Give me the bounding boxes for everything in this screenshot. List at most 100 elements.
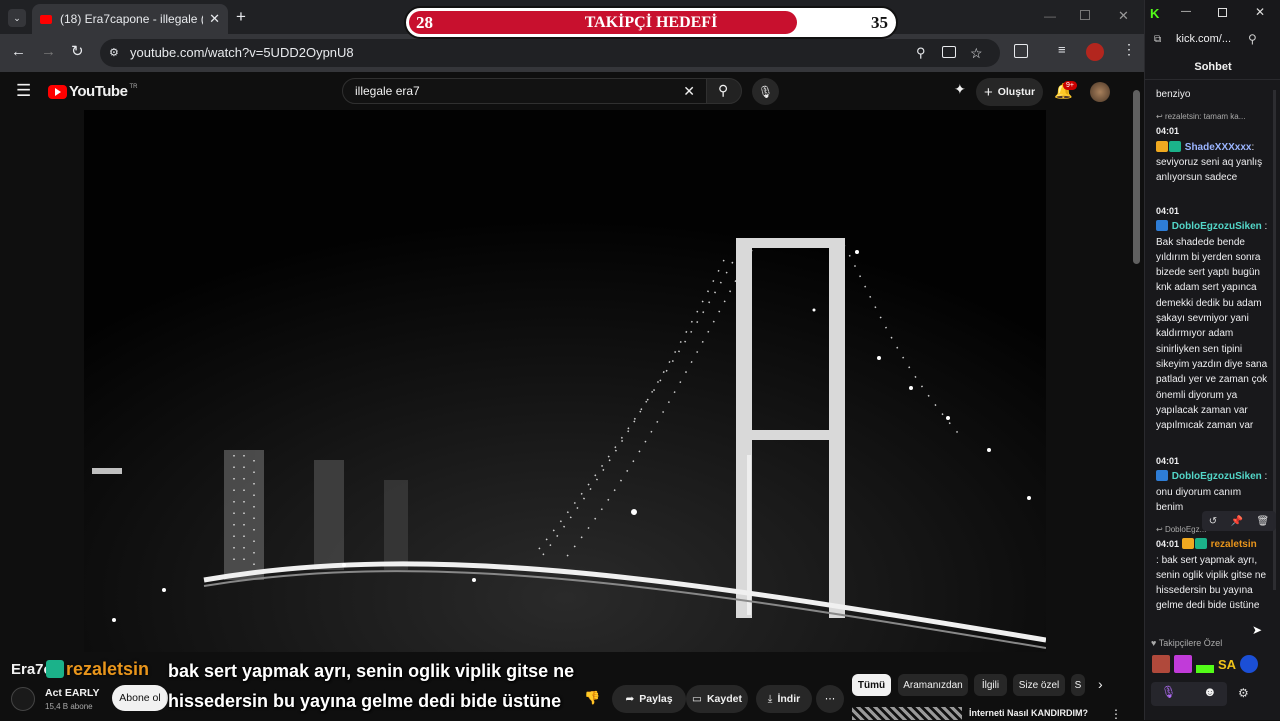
zoom-icon[interactable]: ⚲ (916, 39, 926, 67)
pin-icon[interactable]: 📌 (1231, 516, 1243, 527)
create-button[interactable]: + Oluştur (976, 78, 1043, 106)
message-text: benziyo (1156, 89, 1191, 100)
reload-icon[interactable]: ↻ (71, 42, 84, 60)
chip-for-you[interactable]: Size özel (1013, 674, 1065, 696)
chat-username[interactable]: DobloEgzozuSiken (1172, 471, 1262, 482)
chat-message: benziyo (1156, 87, 1268, 102)
reply-icon[interactable]: ↺ (1209, 516, 1217, 527)
share-button[interactable]: ➦ Paylaş (612, 685, 686, 713)
new-tab-icon[interactable]: + (236, 7, 246, 27)
chat-message: ↩ rezaletsin: tamam ka... 04:01 ShadeXXX… (1156, 109, 1268, 185)
chat-message-highlighted: ↩ DobloEgz... 04:01 rezaletsin : bak ser… (1156, 522, 1268, 614)
kick-logo-icon: K (1150, 6, 1160, 21)
extensions-icon[interactable] (1014, 44, 1028, 58)
follower-goal-bar: 28 TAKİPÇİ HEDEFİ 35 (404, 6, 898, 39)
emoji-icon[interactable]: ☻ (1203, 684, 1217, 699)
recommended-more-icon[interactable]: ⋮ (1110, 707, 1122, 721)
gemini-icon[interactable]: ✦ (954, 81, 966, 98)
page-scrollbar[interactable] (1133, 90, 1140, 264)
country-code: TR (129, 84, 138, 90)
video-player[interactable] (84, 110, 1046, 652)
download-label: İndir (777, 693, 801, 705)
profile-avatar[interactable] (1086, 43, 1104, 61)
subscribe-button[interactable]: Abone ol (112, 685, 168, 711)
chat-username[interactable]: rezaletsin (1211, 539, 1257, 550)
chat-settings-icon[interactable]: ⚙ (1238, 686, 1249, 700)
chip-related[interactable]: İlgili (974, 674, 1007, 696)
message-time: 04:01 (1156, 539, 1180, 550)
browser-menu-icon[interactable]: ⋮ (1122, 41, 1136, 58)
youtube-favicon-icon (40, 14, 52, 24)
message-text: onu diyorum canım benim (1156, 486, 1242, 513)
chip-from-search[interactable]: Aramanızdan (898, 674, 968, 696)
close-window-icon[interactable]: ✕ (1118, 8, 1129, 24)
message-actions-popup: ↺ 📌 🗑 (1202, 511, 1276, 531)
subscriber-count: 15,4 B abone (45, 702, 93, 711)
kick-url: kick.com/... (1176, 33, 1232, 45)
chat-input-bar[interactable]: 🎙 ☻ (1151, 682, 1227, 706)
bookmark-star-icon[interactable]: ☆ (970, 39, 983, 67)
kick-close-icon[interactable]: ✕ (1255, 5, 1265, 19)
maximize-icon[interactable] (1080, 10, 1090, 20)
more-actions-button[interactable]: ⋯ (816, 685, 844, 713)
chip-label: Tümü (857, 679, 886, 691)
search-button[interactable]: ⚲ (706, 78, 742, 104)
media-controls-icon[interactable]: ≡ (1058, 42, 1066, 57)
chip-all[interactable]: Tümü (852, 674, 891, 696)
search-value: illegale era7 (355, 84, 420, 98)
forward-icon[interactable]: → (41, 43, 56, 60)
hamburger-menu-icon[interactable]: ☰ (16, 81, 31, 101)
tab-close-icon[interactable]: ✕ (209, 11, 220, 27)
more-icon: ⋯ (824, 693, 836, 705)
bookmark-icon: ▭ (692, 693, 702, 705)
plus-icon: + (983, 83, 993, 101)
kick-maximize-icon[interactable] (1218, 8, 1227, 17)
followers-only-notice: ♥ Takipçilere Özel (1151, 638, 1222, 648)
youtube-logo[interactable]: YouTube TR (48, 83, 137, 100)
download-button[interactable]: ⤓ İndir (756, 685, 812, 713)
back-icon[interactable]: ← (11, 43, 26, 60)
voice-search-button[interactable]: 🎙 (752, 78, 779, 105)
chat-message: 04:01 DobloEgzozuSiken : onu diyorum can… (1156, 456, 1268, 513)
kick-site-icon: ⧉ (1154, 34, 1162, 45)
clear-search-icon[interactable]: ✕ (683, 79, 695, 103)
emote-icon[interactable] (1240, 655, 1259, 673)
install-icon[interactable] (942, 46, 956, 58)
dislike-icon[interactable]: 👎 (584, 690, 600, 706)
notification-count-badge: 9+ (1063, 81, 1077, 90)
address-bar[interactable]: ⚙ youtube.com/watch?v=5UDD2OypnU8 ⚲ ☆ (100, 39, 1000, 67)
microphone-icon[interactable]: 🎙 (1161, 685, 1176, 699)
browser-tab[interactable]: (18) Era7capone - illegale ( Offi ✕ (32, 4, 228, 34)
search-input[interactable]: illegale era7 ✕ (342, 78, 708, 104)
site-info-icon[interactable]: ⚙ (109, 39, 119, 67)
sub-badge-icon (1169, 140, 1181, 152)
subscribe-label: Abone ol (119, 692, 161, 704)
message-time: 04:01 (1156, 206, 1180, 216)
channel-name[interactable]: Act EARLY (45, 687, 99, 699)
chat-username[interactable]: DobloEgzozuSiken (1172, 221, 1262, 232)
delete-icon[interactable]: 🗑 (1257, 516, 1270, 527)
subtitle-line-1: bak sert yapmak ayrı, senin oglik viplik… (168, 661, 575, 681)
minimize-icon[interactable]: — (1044, 9, 1056, 23)
emote-text[interactable]: SA (1218, 657, 1236, 672)
chips-next-icon[interactable]: › (1098, 676, 1103, 692)
chat-header: Sohbet (1145, 56, 1280, 80)
emote-icon[interactable] (1196, 665, 1214, 673)
tab-search-icon[interactable]: ⌄ (8, 9, 26, 27)
emote-icon[interactable] (1174, 655, 1192, 673)
save-button[interactable]: ▭ Kaydet (686, 685, 748, 713)
kick-minimize-icon[interactable]: — (1181, 6, 1191, 17)
recommended-thumbnail[interactable] (852, 707, 962, 720)
chat-message: 04:01 DobloEgzozuSiken : Bak shadede ben… (1156, 206, 1268, 432)
chip-partial[interactable]: S (1071, 674, 1085, 696)
reply-text: rezaletsin: tamam ka... (1164, 112, 1246, 121)
emote-icon[interactable] (1152, 655, 1170, 673)
chat-username[interactable]: ShadeXXXxxx (1185, 142, 1252, 153)
recommended-title[interactable]: İnterneti Nasıl KANDIRDIM? (969, 708, 1088, 718)
channel-avatar[interactable] (11, 687, 35, 711)
account-avatar[interactable] (1090, 82, 1110, 102)
subtitle-username: rezaletsin (66, 659, 150, 679)
youtube-wordmark: YouTube (69, 83, 128, 100)
tab-title: (18) Era7capone - illegale ( Offi (60, 12, 203, 26)
kick-search-icon[interactable]: ⚲ (1248, 32, 1257, 46)
